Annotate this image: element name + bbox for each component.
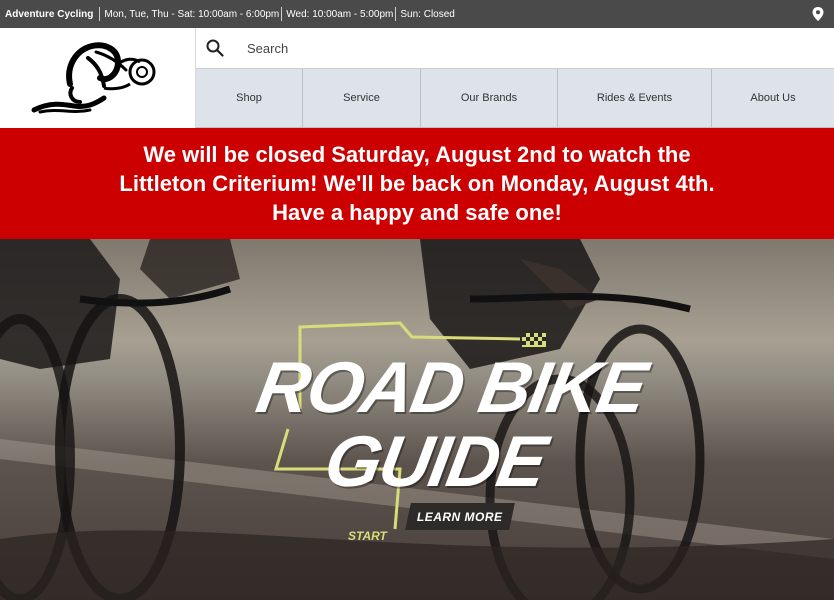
search-icon[interactable] bbox=[206, 39, 224, 57]
location-pin-icon[interactable] bbox=[812, 7, 824, 21]
divider bbox=[281, 7, 283, 21]
divider bbox=[395, 7, 397, 21]
alert-line-2: Littleton Criterium! We'll be back on Mo… bbox=[119, 171, 715, 196]
learn-more-button[interactable]: LEARN MORE bbox=[405, 503, 515, 530]
alert-line-1: We will be closed Saturday, August 2nd t… bbox=[143, 142, 691, 167]
hours-wednesday: Wed: 10:00am - 5:00pm bbox=[286, 8, 394, 20]
search-input[interactable] bbox=[245, 39, 809, 57]
hours-sunday: Sun: Closed bbox=[400, 8, 455, 20]
hero-banner[interactable]: ROAD BIKE GUIDE LEARN MORE START bbox=[0, 239, 834, 600]
nav-item-service[interactable]: Service bbox=[303, 69, 421, 128]
adventure-cycling-logo bbox=[31, 42, 156, 114]
learn-more-label: LEARN MORE bbox=[417, 509, 503, 524]
search-bar bbox=[196, 28, 834, 69]
headline-line-1: ROAD BIKE bbox=[250, 348, 652, 428]
nav-item-our-brands[interactable]: Our Brands bbox=[421, 69, 558, 128]
nav-item-about-us[interactable]: About Us bbox=[712, 69, 834, 128]
headline-line-2: GUIDE bbox=[318, 422, 552, 502]
closure-alert-banner: We will be closed Saturday, August 2nd t… bbox=[0, 128, 834, 239]
store-hours-bar: Adventure Cycling Mon, Tue, Thu - Sat: 1… bbox=[0, 0, 834, 28]
alert-line-3: Have a happy and safe one! bbox=[272, 200, 562, 225]
divider bbox=[99, 7, 101, 21]
nav-item-rides-events[interactable]: Rides & Events bbox=[558, 69, 712, 128]
start-label: START bbox=[348, 529, 387, 543]
main-nav: Shop Service Our Brands Rides & Events A… bbox=[196, 69, 834, 128]
hours-weekdays: Mon, Tue, Thu - Sat: 10:00am - 6:00pm bbox=[104, 8, 280, 20]
logo-link[interactable] bbox=[0, 28, 196, 128]
store-name: Adventure Cycling bbox=[5, 8, 94, 20]
nav-item-shop[interactable]: Shop bbox=[196, 69, 303, 128]
